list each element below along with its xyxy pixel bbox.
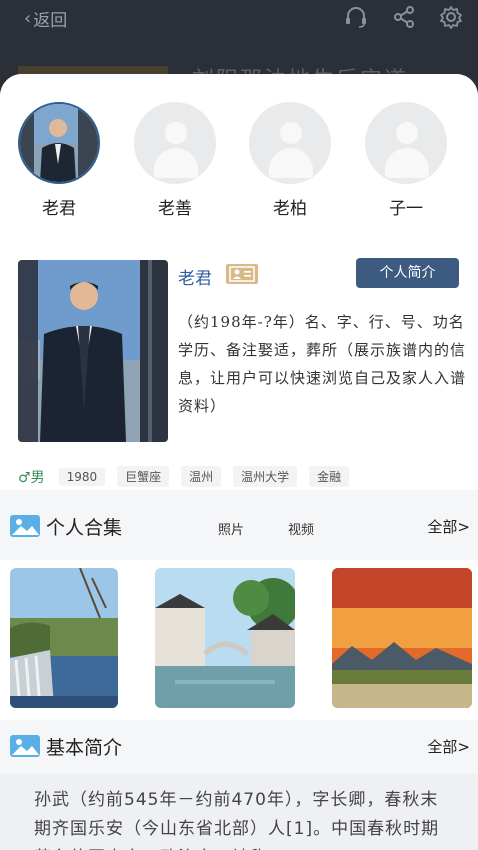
member-photo [20,104,98,182]
collection-header: 个人合集 照片 视频 全部> [0,504,478,548]
profile-tags: ♂男 1980 巨蟹座 温州 温州大学 金融 [18,466,361,487]
avatar [249,102,331,184]
gallery-photo-waterfall[interactable] [10,568,118,708]
basic-intro-text: 孙武（约前545年－约前470年），字长卿，春秋末期齐国乐安（今山东省北部）人[… [34,790,440,850]
person-placeholder-icon [280,122,302,144]
member-name: 子一 [389,199,423,219]
member-name: 老善 [158,199,192,219]
profile-tag: 温州大学 [233,466,298,487]
avatar [365,102,447,184]
basic-intro-view-all[interactable]: 全部> [427,736,470,757]
profile-sheet: 老君 老善 老柏 子一 老君 个人简介 （约198年-?年）名、字、行、号、功名… [0,74,478,850]
avatar [134,102,216,184]
tab-photos[interactable]: 照片 [218,519,244,538]
profile-photo[interactable] [18,260,168,442]
profile-name: 老君 [178,269,212,289]
image-icon [10,735,40,757]
member-item[interactable]: 老君 [18,102,100,219]
profile-tag: 温州 [181,466,222,487]
person-placeholder-icon [396,122,418,144]
personal-intro-button[interactable]: 个人简介 [356,258,459,288]
profile-tag: 金融 [309,466,350,487]
tab-videos[interactable]: 视频 [288,519,314,538]
male-icon: ♂ [18,469,31,486]
profile-tag: 巨蟹座 [117,466,170,487]
member-list: 老君 老善 老柏 子一 [0,74,478,242]
profile-tag: 1980 [58,467,106,486]
back-label: 返回 [33,11,68,31]
person-placeholder-icon [165,122,187,144]
basic-intro-body: 孙武（约前545年－约前470年），字长卿，春秋末期齐国乐安（今山东省北部）人[… [0,774,478,850]
id-card-icon[interactable] [226,264,258,284]
collection-title: 个人合集 [46,517,123,539]
chevron-left-icon: ‹ [24,8,32,29]
member-item[interactable]: 子一 [365,102,447,219]
member-item[interactable]: 老柏 [249,102,331,219]
gear-icon[interactable] [438,4,464,30]
profile-description: （约198年-?年）名、字、行、号、功名学历、备注娶适，葬所（展示族谱内的信息，… [178,313,467,415]
collection-view-all[interactable]: 全部> [427,516,470,537]
share-icon[interactable] [391,4,417,30]
back-button[interactable]: ‹ 返回 [24,6,67,31]
gallery-photo-canal-town[interactable] [155,568,295,708]
member-item[interactable]: 老善 [134,102,216,219]
basic-intro-header: 基本简介 全部> [0,724,478,768]
avatar [18,102,100,184]
top-bar: ‹ 返回 [0,0,478,36]
member-name: 老柏 [273,199,307,219]
photo-gallery [0,560,478,720]
profile-card: 老君 个人简介 （约198年-?年）名、字、行、号、功名学历、备注娶适，葬所（展… [0,242,478,490]
image-icon [10,515,40,537]
basic-intro-title: 基本简介 [46,737,123,759]
gallery-photo-sunset[interactable] [332,568,472,708]
member-name: 老君 [42,199,76,219]
headset-icon[interactable] [343,4,369,30]
gender-badge: ♂男 [18,469,45,486]
